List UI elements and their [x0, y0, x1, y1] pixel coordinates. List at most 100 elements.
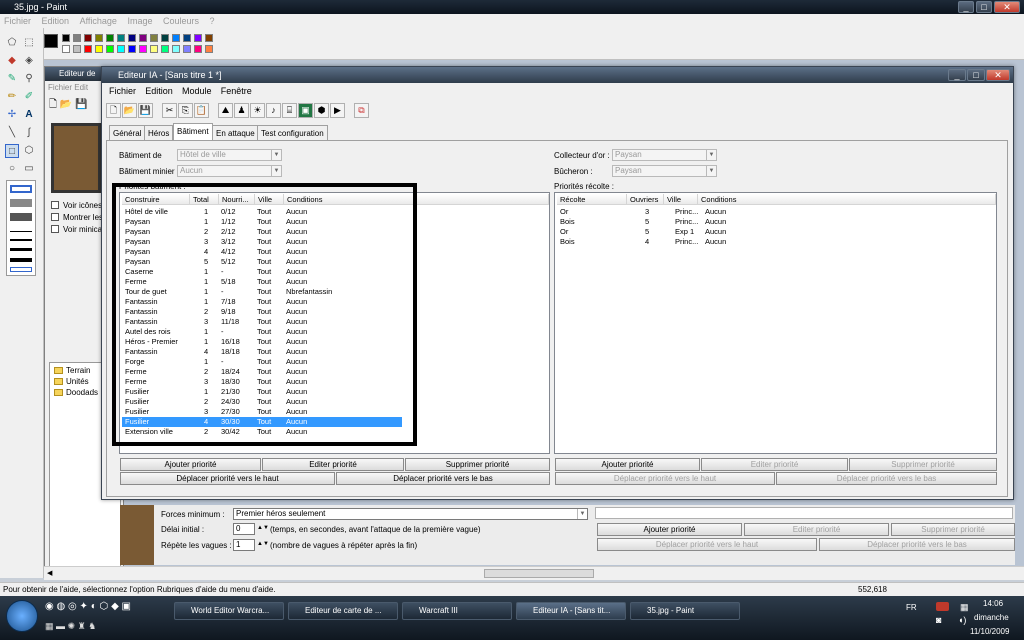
minimize-button[interactable]: _ [958, 1, 974, 13]
table-row[interactable]: Or 5 Exp 1 Aucun [557, 227, 857, 237]
checkbox-voir-icones[interactable] [51, 201, 59, 209]
volume-icon[interactable]: ◖) [958, 615, 966, 625]
game-icon[interactable]: ◆ [111, 601, 119, 612]
line-icon[interactable]: ╲ [5, 126, 19, 140]
task-paint[interactable]: 35.jpg - Paint [630, 602, 740, 620]
menu-fichier[interactable]: Fichier [4, 16, 31, 26]
palette-swatch[interactable] [150, 34, 158, 42]
forces-select[interactable]: Premier héros seulement ▼ [233, 508, 588, 520]
maximize-button[interactable]: □ [976, 1, 992, 13]
palette-swatch[interactable] [117, 34, 125, 42]
eraser-icon[interactable]: ◆ [5, 54, 19, 68]
line-width-option[interactable] [10, 231, 32, 232]
ai-module-icon[interactable]: ▣ [298, 103, 313, 118]
scrollbar-thumb[interactable] [484, 569, 594, 578]
scroll-left-icon[interactable]: ◀ [47, 569, 52, 577]
free-select-icon[interactable]: ⬠ [5, 36, 19, 50]
recolte-move-up-button[interactable]: Déplacer priorité vers le haut [555, 472, 775, 485]
menu-help[interactable]: ? [210, 16, 215, 26]
clock-time[interactable]: 14:06 [983, 599, 1003, 608]
menu-image[interactable]: Image [127, 16, 152, 26]
attack-delete-button[interactable]: Supprimer priorité [891, 523, 1015, 536]
tree-item-unites[interactable]: Unités [66, 377, 89, 386]
paste-icon[interactable]: 📋 [194, 103, 209, 118]
object-icon[interactable]: ⬢ [314, 103, 329, 118]
palette-swatch[interactable] [95, 45, 103, 53]
palette-swatch[interactable] [84, 34, 92, 42]
palette-swatch[interactable] [161, 34, 169, 42]
notification-icon[interactable] [936, 602, 949, 611]
fill-style-option[interactable] [10, 199, 32, 207]
recolte-priority-list[interactable]: Récolte Ouvriers Ville Conditions Or 3 Pri… [554, 192, 997, 454]
batiment-move-down-button[interactable]: Déplacer priorité vers le bas [336, 472, 550, 485]
line-width-option[interactable] [10, 239, 32, 241]
network-icon[interactable]: ◙ [936, 615, 941, 625]
palette-swatch[interactable] [128, 34, 136, 42]
tool-icon[interactable]: ✦ [80, 601, 88, 612]
cut-icon[interactable]: ✂ [162, 103, 177, 118]
we-menu-edit[interactable]: Edit [74, 83, 88, 92]
palette-swatch[interactable] [139, 45, 147, 53]
brush-icon[interactable]: ✐ [22, 90, 36, 104]
curve-icon[interactable]: ∫ [22, 126, 36, 140]
line-width-option[interactable] [10, 248, 32, 251]
copy-icon[interactable]: ⎘ [178, 103, 193, 118]
firefox-icon[interactable]: ◍ [57, 601, 66, 612]
palette-swatch[interactable] [161, 45, 169, 53]
task-editeur-ia[interactable]: Editeur IA - [Sans tit... [516, 602, 626, 620]
rectangle-icon[interactable]: □ [5, 144, 19, 158]
checkbox-voir-minicarte[interactable] [51, 225, 59, 233]
magnifier-icon[interactable]: ⚲ [22, 72, 36, 86]
palette-swatch[interactable] [117, 45, 125, 53]
palette-swatch[interactable] [183, 34, 191, 42]
menu-couleurs[interactable]: Couleurs [163, 16, 199, 26]
ai-close-button[interactable]: ✕ [986, 69, 1010, 81]
ai-menu-fichier[interactable]: Fichier [109, 86, 136, 96]
ai-menu-edition[interactable]: Edition [145, 86, 173, 96]
tree-item-doodads[interactable]: Doodads [66, 388, 98, 397]
batiment-minier-select[interactable]: Aucun ▼ [177, 165, 282, 177]
attack-add-button[interactable]: Ajouter priorité [597, 523, 742, 536]
palette-swatch[interactable] [84, 45, 92, 53]
palette-swatch[interactable] [73, 34, 81, 42]
palette-swatch[interactable] [106, 45, 114, 53]
attack-edit-button[interactable]: Editer priorité [744, 523, 889, 536]
collecteur-select[interactable]: Paysan ▼ [612, 149, 717, 161]
picker-icon[interactable]: ✎ [5, 72, 19, 86]
checkbox-montrer[interactable] [51, 213, 59, 221]
attack-list[interactable] [595, 507, 1013, 519]
palette-swatch[interactable] [95, 34, 103, 42]
export-icon[interactable]: ⧉ [354, 103, 369, 118]
clock-date[interactable]: 11/10/2009 [970, 627, 1009, 636]
recolte-edit-button[interactable]: Editer priorité [701, 458, 848, 471]
close-button[interactable]: ✕ [994, 1, 1020, 13]
palette-swatch[interactable] [205, 34, 213, 42]
rounded-rect-icon[interactable]: ▭ [22, 162, 36, 176]
table-row[interactable]: Bois 5 Princ... Aucun [557, 217, 857, 227]
repeat-spinner[interactable]: ▲▼ [257, 541, 269, 547]
palette-swatch[interactable] [62, 45, 70, 53]
line-width-option[interactable] [10, 258, 32, 262]
fill-icon[interactable]: ◈ [22, 54, 36, 68]
attack-move-down-button[interactable]: Déplacer priorité vers le bas [819, 538, 1015, 551]
recolte-move-down-button[interactable]: Déplacer priorité vers le bas [776, 472, 997, 485]
rect-select-icon[interactable]: ⬚ [22, 36, 36, 50]
task-world-editor[interactable]: World Editor Warcra... [174, 602, 284, 620]
delay-spinner[interactable]: ▲▼ [257, 525, 269, 531]
ellipse-icon[interactable]: ○ [5, 162, 19, 176]
test-icon[interactable]: ▶ [330, 103, 345, 118]
tree-item-terrain[interactable]: Terrain [66, 366, 90, 375]
airbrush-icon[interactable]: ✢ [5, 108, 19, 122]
new-icon[interactable]: 🗋 [106, 103, 121, 118]
clock-day[interactable]: dimanche [974, 613, 1009, 622]
app-icon[interactable]: ♜ [78, 621, 86, 631]
batiment-edit-button[interactable]: Editer priorité [262, 458, 404, 471]
language-indicator[interactable]: FR [906, 603, 917, 612]
palette-swatch[interactable] [183, 45, 191, 53]
palette-swatch[interactable] [106, 34, 114, 42]
column-header-ville[interactable]: Ville [664, 194, 698, 205]
tab-en-attaque[interactable]: En attaque [212, 125, 259, 140]
game-icon[interactable]: ✺ [68, 621, 76, 631]
tab-heros[interactable]: Héros [144, 125, 174, 140]
palette-swatch[interactable] [150, 45, 158, 53]
